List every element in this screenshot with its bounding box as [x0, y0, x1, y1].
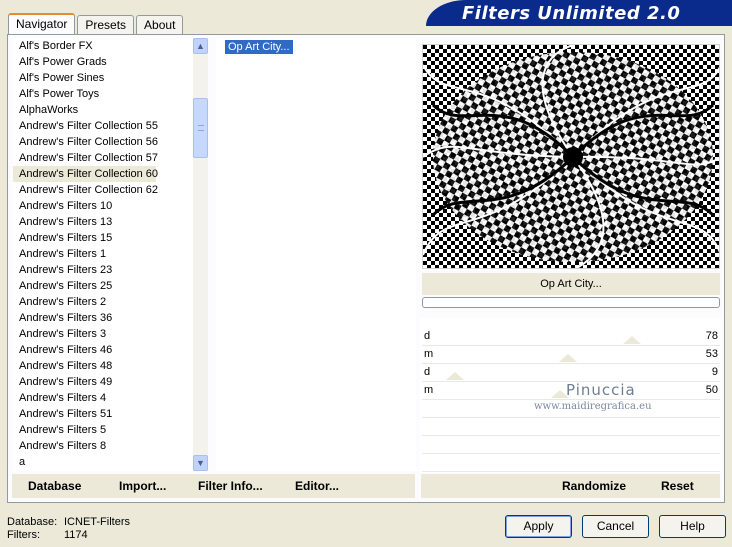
- category-item[interactable]: Alf's Power Sines: [13, 70, 193, 86]
- status-database-label: Database:: [7, 516, 58, 528]
- filter-item-selected[interactable]: Op Art City...: [225, 40, 293, 54]
- cancel-button[interactable]: Cancel: [582, 515, 649, 538]
- category-item[interactable]: Andrew's Filters 13: [13, 214, 193, 230]
- category-item[interactable]: Andrew's Filters 51: [13, 406, 193, 422]
- tab-navigator[interactable]: Navigator: [8, 13, 76, 35]
- op-art-preview: [423, 45, 719, 268]
- category-item[interactable]: Alf's Power Grads: [13, 54, 193, 70]
- import-button[interactable]: Import...: [119, 479, 166, 493]
- category-item[interactable]: Andrew's Filters 3: [13, 326, 193, 342]
- category-item[interactable]: Andrew's Filter Collection 56: [13, 134, 193, 150]
- category-item[interactable]: Andrew's Filters 4: [13, 390, 193, 406]
- left-action-bar: Database Import... Filter Info... Editor…: [12, 474, 415, 498]
- category-item[interactable]: Andrew's Filter Collection 62: [13, 182, 193, 198]
- category-item[interactable]: Andrew's Filters 2: [13, 294, 193, 310]
- category-item[interactable]: Andrew's Filters 36: [13, 310, 193, 326]
- param-row[interactable]: d 9: [422, 364, 720, 382]
- category-item[interactable]: Andrew's Filter Collection 57: [13, 150, 193, 166]
- slider-marker[interactable]: [446, 372, 464, 380]
- param-slider[interactable]: [432, 372, 692, 380]
- param-row[interactable]: m 53: [422, 346, 720, 364]
- category-item[interactable]: Andrew's Filters 46: [13, 342, 193, 358]
- app-title: Filters Unlimited 2.0: [462, 3, 681, 24]
- reset-button[interactable]: Reset: [661, 479, 694, 493]
- apply-button[interactable]: Apply: [505, 515, 572, 538]
- empty-param-row: [422, 436, 720, 454]
- filter-list[interactable]: Op Art City...: [216, 38, 416, 471]
- empty-param-row: [422, 418, 720, 436]
- category-item[interactable]: Andrew's Filter Collection 60: [13, 166, 158, 182]
- category-item[interactable]: Andrew's Filters 25: [13, 278, 193, 294]
- slider-marker[interactable]: [559, 354, 577, 362]
- category-item[interactable]: Andrew's Filters 1: [13, 246, 193, 262]
- empty-param-row: [422, 454, 720, 472]
- status-filters-value: 1174: [64, 529, 88, 541]
- param-value: 50: [705, 384, 718, 396]
- param-value: 78: [705, 330, 718, 342]
- help-button[interactable]: Help: [659, 515, 726, 538]
- right-action-bar: Randomize Reset: [421, 474, 720, 498]
- tab-bar: Navigator Presets About: [8, 13, 185, 35]
- watermark-site: www.maidiregrafica.eu: [534, 401, 652, 412]
- param-label: d: [424, 366, 431, 378]
- category-item[interactable]: Andrew's Filters 15: [13, 230, 193, 246]
- status-database-value: ICNET-Filters: [64, 516, 130, 528]
- scroll-thumb[interactable]: [193, 98, 208, 158]
- tab-about[interactable]: About: [136, 15, 184, 35]
- database-button[interactable]: Database: [28, 479, 81, 493]
- param-slider[interactable]: [432, 354, 692, 362]
- filter-info-button[interactable]: Filter Info...: [198, 479, 263, 493]
- category-item[interactable]: Andrew's Filters 49: [13, 374, 193, 390]
- category-item[interactable]: Andrew's Filters 10: [13, 198, 193, 214]
- slider-marker[interactable]: [623, 336, 641, 344]
- param-value: 53: [705, 348, 718, 360]
- randomize-button[interactable]: Randomize: [562, 479, 626, 493]
- category-item[interactable]: Andrew's Filters 23: [13, 262, 193, 278]
- tab-presets[interactable]: Presets: [77, 15, 135, 35]
- category-list[interactable]: Alf's Border FX Alf's Power Grads Alf's Po…: [13, 38, 193, 471]
- category-item[interactable]: Alf's Power Toys: [13, 86, 193, 102]
- param-value: 9: [711, 366, 718, 378]
- category-item[interactable]: a: [13, 454, 193, 470]
- preview-image: [422, 44, 720, 269]
- param-label: d: [424, 330, 431, 342]
- category-item[interactable]: Andrew's Filters 48: [13, 358, 193, 374]
- watermark-name: Pinuccia: [566, 381, 636, 399]
- param-slider[interactable]: [432, 336, 692, 344]
- scroll-up-button[interactable]: ▲: [193, 38, 208, 54]
- param-slider[interactable]: [432, 390, 692, 398]
- category-item[interactable]: Andrew's Filters 8: [13, 438, 193, 454]
- category-item[interactable]: AlphaWorks: [13, 102, 193, 118]
- progress-bar: [422, 297, 720, 308]
- param-row[interactable]: d 78: [422, 328, 720, 346]
- preview-filter-name: Op Art City...: [422, 273, 720, 295]
- editor-button[interactable]: Editor...: [295, 479, 339, 493]
- category-scrollbar[interactable]: ▲ ▼: [193, 38, 208, 471]
- category-item[interactable]: Alf's Border FX: [13, 38, 193, 54]
- category-item[interactable]: Andrew's Filters 5: [13, 422, 193, 438]
- scroll-down-button[interactable]: ▼: [193, 455, 208, 471]
- category-item[interactable]: Andrew's Filter Collection 55: [13, 118, 193, 134]
- status-filters-label: Filters:: [7, 529, 40, 541]
